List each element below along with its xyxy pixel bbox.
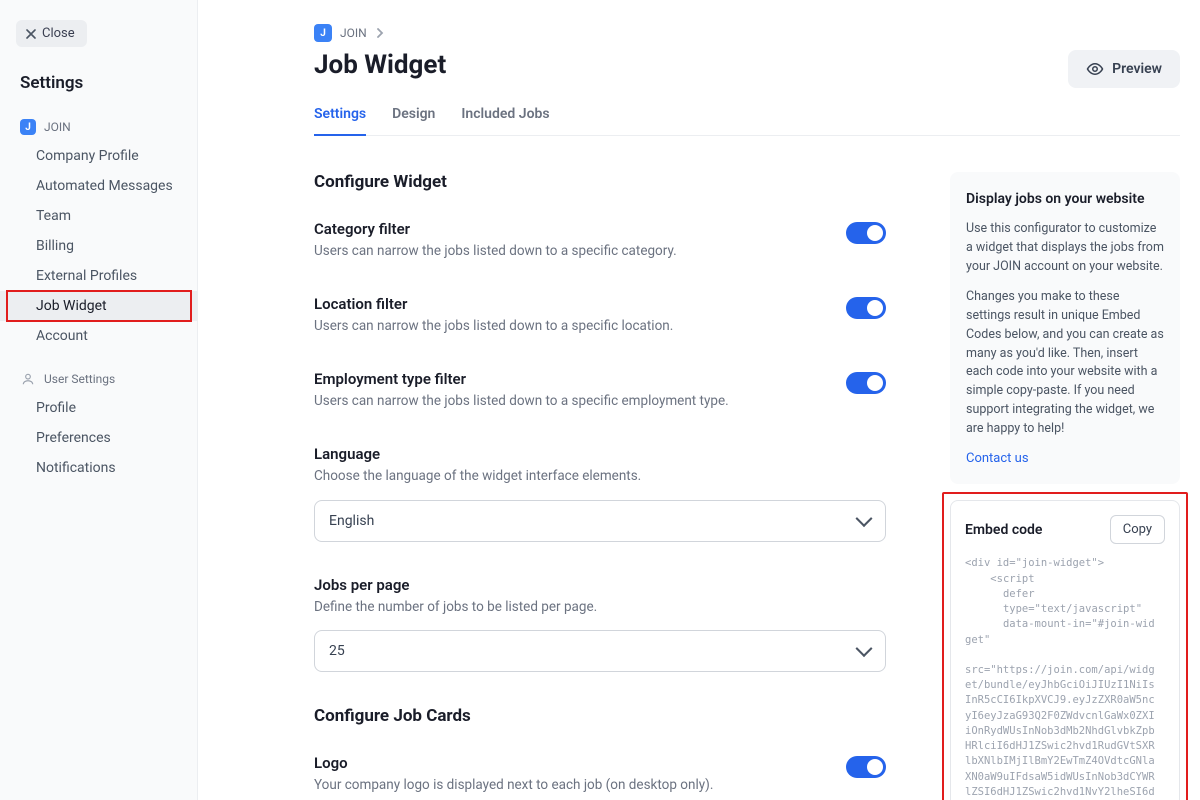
page-title: Job Widget	[314, 50, 446, 80]
info-title: Display jobs on your website	[966, 190, 1164, 208]
setting-label: Category filter	[314, 220, 822, 238]
setting-label: Employment type filter	[314, 370, 822, 388]
close-label: Close	[42, 26, 75, 41]
sidebar-item-notifications[interactable]: Notifications	[0, 453, 197, 483]
setting-label: Language	[314, 445, 886, 463]
info-card: Display jobs on your website Use this co…	[950, 172, 1180, 484]
setting-desc: Users can narrow the jobs listed down to…	[314, 242, 822, 261]
setting-jobs-per-page: Jobs per page Define the number of jobs …	[314, 576, 886, 673]
user-icon	[20, 371, 36, 387]
embed-title: Embed code	[965, 522, 1042, 538]
info-p1: Use this configurator to customize a wid…	[966, 220, 1164, 276]
settings-heading: Settings	[0, 73, 197, 115]
chevron-right-icon	[375, 28, 385, 38]
embed-code-box[interactable]: <div id="join-widget"> <script defer typ…	[965, 556, 1165, 800]
sidebar-section-org-label: JOIN	[44, 120, 71, 134]
sidebar-section-user: User Settings	[0, 367, 197, 393]
close-button[interactable]: Close	[16, 20, 87, 47]
copy-button[interactable]: Copy	[1110, 515, 1165, 544]
tab-included-jobs[interactable]: Included Jobs	[461, 106, 549, 136]
setting-desc: Users can narrow the jobs listed down to…	[314, 392, 822, 411]
sidebar-item-external-profiles[interactable]: External Profiles	[0, 261, 197, 291]
sidebar-section-user-label: User Settings	[44, 372, 115, 386]
embed-card: Embed code Copy <div id="join-widget"> <…	[950, 500, 1180, 800]
toggle-location-filter[interactable]	[846, 297, 886, 319]
main: J JOIN Job Widget Preview Settings Desig…	[198, 0, 1200, 800]
sidebar-item-profile[interactable]: Profile	[0, 393, 197, 423]
sidebar-item-job-widget[interactable]: Job Widget	[0, 291, 197, 321]
breadcrumb: J JOIN	[314, 24, 1180, 42]
toggle-logo[interactable]	[846, 756, 886, 778]
toggle-employment-type-filter[interactable]	[846, 372, 886, 394]
section-configure-widget: Configure Widget	[314, 172, 886, 192]
sidebar-nav-org: Company Profile Automated Messages Team …	[0, 141, 197, 351]
sidebar-item-team[interactable]: Team	[0, 201, 197, 231]
setting-label: Logo	[314, 754, 822, 772]
setting-desc: Choose the language of the widget interf…	[314, 467, 886, 486]
setting-desc: Users can narrow the jobs listed down to…	[314, 317, 822, 336]
setting-desc: Your company logo is displayed next to e…	[314, 776, 822, 795]
sidebar-item-billing[interactable]: Billing	[0, 231, 197, 261]
join-badge-icon: J	[314, 24, 332, 42]
setting-label: Jobs per page	[314, 576, 886, 594]
setting-employment-type-filter: Employment type filter Users can narrow …	[314, 370, 886, 411]
join-badge-icon: J	[20, 119, 36, 135]
jobs-per-page-select[interactable]: 25	[314, 630, 886, 672]
setting-desc: Define the number of jobs to be listed p…	[314, 598, 886, 617]
setting-language: Language Choose the language of the widg…	[314, 445, 886, 542]
sidebar: Close Settings J JOIN Company Profile Au…	[0, 0, 198, 800]
setting-logo: Logo Your company logo is displayed next…	[314, 754, 886, 795]
sidebar-item-job-widget-label: Job Widget	[36, 298, 107, 314]
tab-settings[interactable]: Settings	[314, 106, 366, 136]
tab-design[interactable]: Design	[392, 106, 435, 136]
toggle-category-filter[interactable]	[846, 222, 886, 244]
close-icon	[26, 29, 36, 39]
sidebar-section-org: J JOIN	[0, 115, 197, 141]
sidebar-item-company-profile[interactable]: Company Profile	[0, 141, 197, 171]
preview-button[interactable]: Preview	[1068, 50, 1180, 88]
settings-column: Configure Widget Category filter Users c…	[314, 172, 886, 800]
language-select[interactable]: English	[314, 500, 886, 542]
eye-icon	[1086, 60, 1104, 78]
info-p2: Changes you make to these settings resul…	[966, 288, 1164, 438]
sidebar-item-preferences[interactable]: Preferences	[0, 423, 197, 453]
setting-category-filter: Category filter Users can narrow the job…	[314, 220, 886, 261]
tabs: Settings Design Included Jobs	[314, 106, 1180, 136]
preview-label: Preview	[1112, 61, 1162, 77]
setting-location-filter: Location filter Users can narrow the job…	[314, 295, 886, 336]
setting-label: Location filter	[314, 295, 822, 313]
contact-us-link[interactable]: Contact us	[966, 451, 1029, 466]
breadcrumb-org[interactable]: JOIN	[340, 26, 367, 40]
sidebar-item-automated-messages[interactable]: Automated Messages	[0, 171, 197, 201]
aside-column: Display jobs on your website Use this co…	[950, 172, 1180, 800]
sidebar-item-account[interactable]: Account	[0, 321, 197, 351]
section-configure-cards: Configure Job Cards	[314, 706, 886, 726]
sidebar-nav-user: Profile Preferences Notifications	[0, 393, 197, 483]
